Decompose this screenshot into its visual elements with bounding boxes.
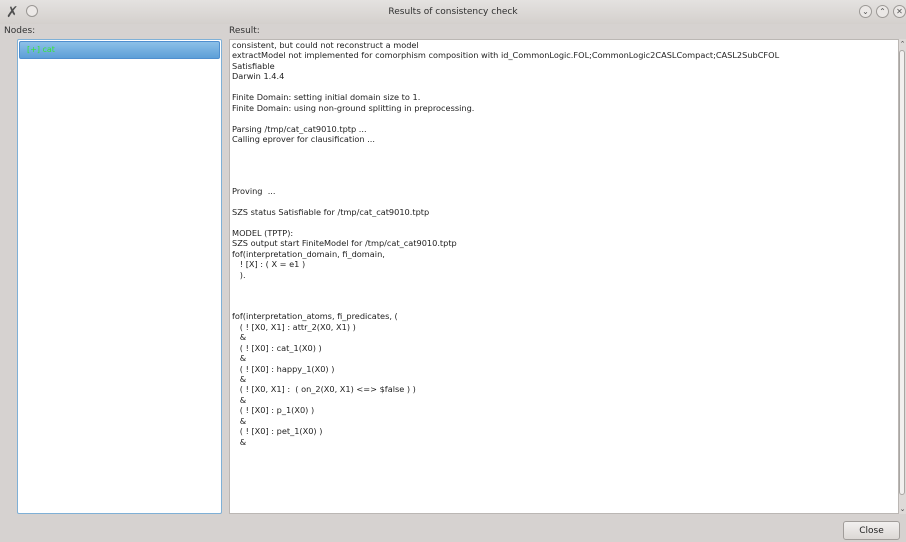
result-line: ( ! [X0] : p_1(X0) ) [232,405,315,416]
result-line: Darwin 1.4.4 [232,71,285,82]
result-line: Parsing /tmp/cat_cat9010.tptp ... [232,123,367,134]
result-line: & [232,436,247,447]
result-line: ( ! [X0] : cat_1(X0) ) [232,342,322,353]
result-line: & [232,332,247,343]
result-line [232,82,898,92]
result-line: Proving ... [232,186,276,197]
window-close-button[interactable]: ✕ [893,5,906,18]
result-line: ( ! [X0, X1] : attr_2(X0, X1) ) [232,321,356,332]
result-line: & [232,415,247,426]
result-line: SZS output start FiniteModel for /tmp/ca… [232,238,457,249]
maximize-button[interactable]: ⌃ [876,5,889,18]
result-line: ( ! [X0] : happy_1(X0) ) [232,363,335,374]
result-line: fof(interpretation_atoms, fi_predicates,… [232,311,398,322]
result-line: consistent, but could not reconstruct a … [232,40,419,50]
result-line: & [232,374,247,384]
result-line: extractModel not implemented for comorph… [232,50,780,61]
nodes-list[interactable]: [+] cat [17,39,222,514]
result-line: SZS status Satisfiable for /tmp/cat_cat9… [232,207,430,217]
result-line [232,301,898,311]
result-label: Result: [229,26,260,36]
result-line: MODEL (TPTP): [232,227,294,238]
minimize-button[interactable]: ⌄ [859,5,872,18]
scroll-up-arrow-icon[interactable]: ⌃ [899,39,906,49]
app-icon[interactable]: ✗ [6,3,19,21]
result-line [232,291,898,301]
result-line [232,197,898,207]
result-line: Finite Domain: setting initial domain si… [232,92,421,103]
node-item-cat[interactable]: [+] cat [19,41,220,59]
window-menu-button[interactable] [26,5,38,17]
result-line: ( ! [X0] : pet_1(X0) ) [232,426,323,437]
result-text: consistent, but could not reconstruct a … [230,40,898,447]
result-line [232,217,898,227]
result-line [232,176,898,186]
result-line: ! [X] : ( X = e1 ) [232,259,306,270]
result-line: fof(interpretation_domain, fi_domain, [232,248,385,259]
result-scrollbar[interactable]: ⌃ ⌄ [899,39,906,514]
result-line: & [232,353,247,364]
result-text-area[interactable]: consistent, but could not reconstruct a … [229,39,899,514]
result-line: Finite Domain: using non-ground splittin… [232,102,475,113]
window-title: Results of consistency check [388,7,518,17]
close-button[interactable]: Close [843,521,900,540]
nodes-label: Nodes: [4,26,36,36]
result-line [232,155,898,165]
scrollbar-thumb[interactable] [899,50,905,495]
result-line: Satisfiable [232,60,275,71]
result-line [232,280,898,290]
result-line: ). [232,269,246,280]
result-line: & [232,394,247,405]
result-line: Calling eprover for clausification ... [232,133,375,144]
result-line: ( ! [X0, X1] : ( on_2(X0, X1) <=> $false… [232,384,416,395]
result-line [232,113,898,123]
title-bar[interactable]: ✗ Results of consistency check ⌄ ⌃ ✕ [0,0,906,24]
result-line [232,165,898,175]
scroll-down-arrow-icon[interactable]: ⌄ [899,504,906,514]
result-line [232,144,898,154]
